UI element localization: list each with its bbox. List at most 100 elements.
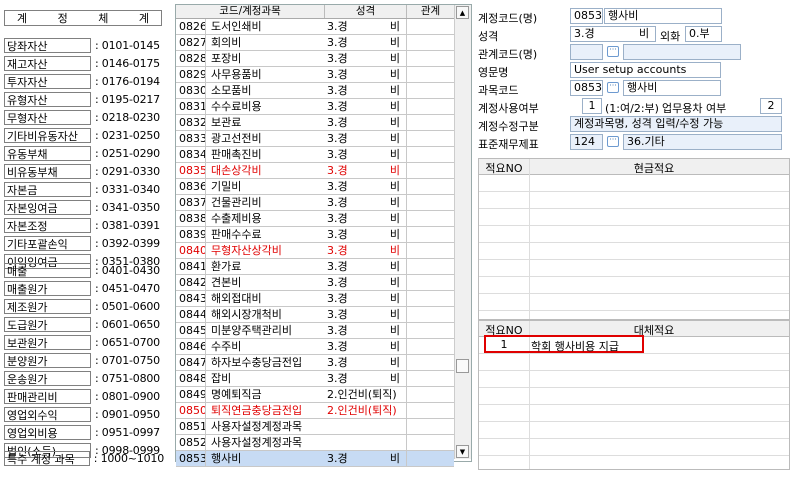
account-row[interactable]: 0849 명예퇴직금 2.인건비(퇴직) [176,387,454,403]
usage-hint: (1:여/2:부) [605,102,659,115]
group-item-name: 기타포괄손익 [4,236,91,251]
account-name-field[interactable]: 행사비 [604,8,722,24]
account-type-value: 3.경 [327,52,348,65]
relation-name-field[interactable] [623,44,741,60]
account-type-value: 3.경 [327,276,348,289]
relation-lookup-icon[interactable]: ··· [607,46,619,57]
account-row[interactable]: 0842 견본비 3.경 비 [176,275,454,291]
account-row[interactable]: 0843 해외접대비 3.경 비 [176,291,454,307]
group-item[interactable]: 자본금: 0331-0340 [4,182,164,197]
group-item[interactable]: 유동부채: 0251-0290 [4,146,164,161]
account-row[interactable]: 0838 수출제비용 3.경 비 [176,211,454,227]
group-item-name: 투자자산 [4,74,91,89]
group-item[interactable]: 영업외수익: 0901-0950 [4,407,164,422]
account-row[interactable]: 0831 수수료비용 3.경 비 [176,99,454,115]
scroll-down-icon[interactable]: ▼ [456,445,469,458]
business-car-label: 업무용차 여부 [662,102,727,115]
usage-field[interactable]: 1 [582,98,602,114]
account-row[interactable]: 0848 잡비 3.경 비 [176,371,454,387]
account-row[interactable]: 0835 대손상각비 3.경 비 [176,163,454,179]
account-row[interactable]: 0833 광고선전비 3.경 비 [176,131,454,147]
account-type [325,435,407,450]
group-item[interactable]: 제조원가: 0501-0600 [4,299,164,314]
group-item-range: : 0901-0950 [95,408,160,421]
account-row[interactable]: 0853 행사비 3.경 비 [176,451,454,467]
group-item[interactable]: 투자자산: 0176-0194 [4,74,164,89]
account-name: 판매촉진비 [211,148,262,161]
account-row[interactable]: 0836 기밀비 3.경 비 [176,179,454,195]
subject-code-field[interactable]: 0853 [570,80,603,96]
transfer-row[interactable]: 1 학회 행사비용 지급 [479,337,779,353]
account-row[interactable]: 0851 사용자설정계정과목 [176,419,454,435]
account-type-value: 2.인건비(퇴직) [327,404,397,417]
group-item-range: : 0751-0800 [95,372,160,385]
account-code: 0852 [176,435,206,450]
group-item[interactable]: 무형자산: 0218-0230 [4,110,164,125]
group-item[interactable]: 매출원가: 0451-0470 [4,281,164,296]
account-type-value2: 비 [389,308,400,321]
subject-name-field[interactable]: 행사비 [623,80,721,96]
account-row[interactable]: 0847 하자보수충당금전입 3.경 비 [176,355,454,371]
subject-lookup-icon[interactable]: ··· [607,82,619,93]
relation-code-field[interactable] [570,44,603,60]
account-row[interactable]: 0837 건물관리비 3.경 비 [176,195,454,211]
english-field[interactable]: User setup accounts [570,62,721,78]
subject-code-row: 과목코드 0853 ··· 행사비 [478,80,788,97]
account-row[interactable]: 0840 무형자산상각비 3.경 비 [176,243,454,259]
account-row[interactable]: 0841 환가료 3.경 비 [176,259,454,275]
account-row[interactable]: 0827 회의비 3.경 비 [176,35,454,51]
business-car-field[interactable]: 2 [760,98,782,114]
account-type-value: 3.경 [327,180,348,193]
group-item[interactable]: 기타비유동자산: 0231-0250 [4,128,164,143]
account-name: 기밀비 [211,180,242,193]
account-row[interactable]: 0839 판매수수료 3.경 비 [176,227,454,243]
account-row[interactable]: 0850 퇴직연금충당금전입 2.인건비(퇴직) [176,403,454,419]
scroll-up-icon[interactable]: ▲ [456,6,469,19]
group-item[interactable]: 비유동부채: 0291-0330 [4,164,164,179]
group-item[interactable]: 자본조정: 0381-0391 [4,218,164,233]
account-row[interactable]: 0846 수주비 3.경 비 [176,339,454,355]
group-item[interactable]: 영업외비용: 0951-0997 [4,425,164,440]
group-item[interactable]: 기타포괄손익: 0392-0399 [4,236,164,251]
foreign-field[interactable]: 0.부 [685,26,722,42]
account-grid[interactable]: 코드/계정과목 성격 관계 0826 도서인쇄비 3.경 비 0827 회의비 3.경 비 08… [175,4,472,467]
group-item[interactable]: 자본잉여금: 0341-0350 [4,200,164,215]
account-type: 3.경 비 [325,243,407,258]
account-type: 3.경 비 [325,323,407,338]
std-fin-lookup-icon[interactable]: ··· [607,136,619,147]
account-name: 회의비 [211,36,242,49]
account-row[interactable]: 0826 도서인쇄비 3.경 비 [176,19,454,35]
account-row[interactable]: 0830 소모품비 3.경 비 [176,83,454,99]
type-field[interactable]: 3.경 비 [570,26,656,42]
account-row[interactable]: 0834 판매촉진비 3.경 비 [176,147,454,163]
account-row[interactable]: 0828 포장비 3.경 비 [176,51,454,67]
vertical-scrollbar[interactable]: ▲ ▼ [454,5,471,459]
account-row[interactable]: 0852 사용자설정계정과목 [176,435,454,451]
std-fin-name-field[interactable]: 36.기타 [623,134,782,150]
group-item[interactable]: 재고자산: 0146-0175 [4,56,164,71]
group-item[interactable]: 운송원가: 0751-0800 [4,371,164,386]
account-row[interactable]: 0845 미분양주택관리비 3.경 비 [176,323,454,339]
group-item[interactable]: 판매관리비: 0801-0900 [4,389,164,404]
transfer-memo-grid[interactable]: 적요NO 대체적요 1 학회 행사비용 지급 [478,320,790,470]
account-row[interactable]: 0844 해외시장개척비 3.경 비 [176,307,454,323]
account-row[interactable]: 0829 사무용품비 3.경 비 [176,67,454,83]
account-code-field[interactable]: 0853 [570,8,603,24]
group-item[interactable]: 특수 계정 과목: 1000~1010 [4,451,164,466]
group-item[interactable]: 매출: 0401-0430 [4,263,164,278]
group-item[interactable]: 도급원가: 0601-0650 [4,317,164,332]
std-fin-code-field[interactable]: 124 [570,134,603,150]
account-type-value2: 비 [389,84,400,97]
account-type: 3.경 비 [325,179,407,194]
account-relation [407,355,454,370]
group-item[interactable]: 유형자산: 0195-0217 [4,92,164,107]
cash-memo-grid[interactable]: 적요NO 현금적요 [478,158,790,320]
account-name: 미분양주택관리비 [211,324,292,337]
group-item[interactable]: 보관원가: 0651-0700 [4,335,164,350]
group-item[interactable]: 분양원가: 0701-0750 [4,353,164,368]
group-item-name: 도급원가 [4,317,91,332]
scroll-thumb[interactable] [456,359,469,373]
account-name: 건물관리비 [211,196,262,209]
group-item[interactable]: 당좌자산: 0101-0145 [4,38,164,53]
account-row[interactable]: 0832 보관료 3.경 비 [176,115,454,131]
